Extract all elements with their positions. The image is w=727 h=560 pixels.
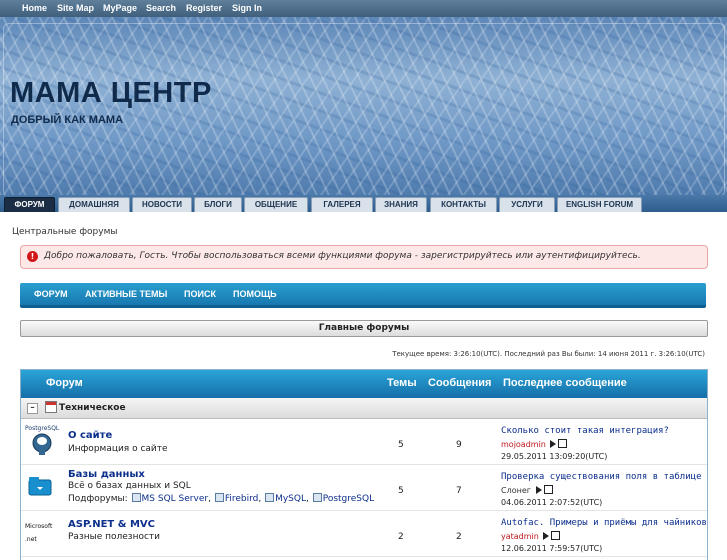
subforum-link[interactable]: PostgreSQL: [323, 494, 374, 504]
subforums-label: Подфорумы:: [68, 494, 128, 504]
collapse-button[interactable]: –: [27, 403, 38, 414]
nav-home-link[interactable]: Home: [22, 3, 47, 13]
go-to-post-icon[interactable]: [535, 486, 542, 494]
forum-description: Информация о сайте: [68, 444, 168, 454]
main-forums-header[interactable]: Главные форумы: [20, 320, 708, 337]
category-title[interactable]: Техническое: [59, 403, 126, 413]
last-post-user: mojoadmin: [501, 439, 568, 449]
main-tabs: ФОРУМ ДОМАШНЯЯ НОВОСТИ БЛОГИ ОБЩЕНИЕ ГАЛ…: [0, 195, 727, 212]
posts-count: 9: [456, 440, 462, 450]
col-posts: Сообщения: [428, 377, 492, 389]
forum-description: Всё о базах данных и SQL: [68, 481, 191, 491]
last-post-title[interactable]: Autofac. Примеры и приёмы для чайников: [501, 518, 707, 528]
header-banner: МАМА ЦЕНТР ДОБРЫЙ КАК МАМА: [0, 17, 727, 195]
nav-register-link[interactable]: Register: [186, 3, 222, 13]
last-post-author[interactable]: mojoadmin: [501, 440, 546, 449]
tab-knowledge[interactable]: ЗНАНИЯ: [375, 197, 427, 212]
last-post-date: 12.06.2011 7:59:57(UTC): [501, 544, 603, 553]
last-post-user: Слонег: [501, 485, 553, 495]
menu-search[interactable]: ПОИСК: [184, 289, 216, 299]
col-last-post: Последнее сообщение: [503, 377, 627, 389]
subforum-icon: [131, 493, 141, 502]
menu-help[interactable]: ПОМОЩЬ: [233, 289, 277, 299]
subforum-icon: [265, 493, 275, 502]
calendar-icon: [45, 401, 57, 413]
menu-forum[interactable]: ФОРУМ: [34, 289, 68, 299]
nav-search-link[interactable]: Search: [146, 3, 176, 13]
forum-name[interactable]: ASP.NET & MVC: [68, 519, 155, 530]
tab-news[interactable]: НОВОСТИ: [132, 197, 192, 212]
forum-name[interactable]: О сайте: [68, 430, 112, 441]
tab-forum[interactable]: ФОРУМ: [4, 197, 55, 212]
breadcrumb[interactable]: Центральные форумы: [12, 227, 117, 237]
posts-count: 7: [456, 486, 462, 496]
welcome-alert: ! Добро пожаловать, Гость. Чтобы восполь…: [20, 245, 708, 269]
database-folder-icon: [25, 471, 63, 503]
subforums-list: Подфорумы: MS SQL Server, Firebird, MySQ…: [68, 493, 375, 504]
tab-home[interactable]: ДОМАШНЯЯ: [58, 197, 130, 212]
forum-row: Базы данных Всё о базах данных и SQL Под…: [21, 465, 707, 511]
nav-signin-link[interactable]: Sign In: [232, 3, 262, 13]
topics-count: 5: [398, 486, 404, 496]
nav-sitemap-link[interactable]: Site Map: [57, 3, 94, 13]
time-info: Текущее время: 3:26:10(UTC). Последний р…: [392, 350, 705, 358]
go-to-post-icon[interactable]: [543, 532, 550, 540]
tab-contacts[interactable]: КОНТАКТЫ: [430, 197, 497, 212]
subforum-link[interactable]: Firebird: [225, 494, 259, 504]
subforum-link[interactable]: MS SQL Server: [142, 494, 209, 504]
col-forum: Форум: [46, 377, 83, 389]
tab-english-forum[interactable]: ENGLISH FORUM: [557, 197, 642, 212]
site-title[interactable]: МАМА ЦЕНТР: [10, 77, 212, 110]
tab-services[interactable]: УСЛУГИ: [499, 197, 555, 212]
postgresql-icon: PostgreSQL: [25, 425, 63, 457]
topics-count: 2: [398, 532, 404, 542]
dotnet-icon: Microsoft .net: [25, 517, 63, 549]
forum-row: PostgreSQL О сайте Информация о сайте 5 …: [21, 419, 707, 465]
post-doc-icon[interactable]: [551, 531, 561, 540]
subforum-icon: [312, 493, 322, 502]
col-topics: Темы: [387, 377, 417, 389]
last-post-title[interactable]: Сколько стоит такая интеграция?: [501, 426, 669, 436]
folder-icon: [28, 477, 52, 496]
forum-table: Форум Темы Сообщения Последнее сообщение…: [20, 369, 708, 560]
subforum-icon: [214, 493, 224, 502]
nav-mypage-link[interactable]: MyPage: [103, 3, 137, 13]
subforum-link[interactable]: MySQL: [275, 494, 306, 504]
forum-icon-label: Microsoft .net: [25, 523, 53, 543]
menu-active-topics[interactable]: АКТИВНЫЕ ТЕМЫ: [85, 289, 167, 299]
category-row: – Техническое: [21, 398, 707, 419]
forum-row: Microsoft .net ASP.NET & MVC Разные поле…: [21, 511, 707, 557]
topics-count: 5: [398, 440, 404, 450]
last-post-author[interactable]: yatadmin: [501, 532, 539, 541]
last-post-date: 04.06.2011 2:07:52(UTC): [501, 498, 603, 507]
posts-count: 2: [456, 532, 462, 542]
forum-description: Разные полезности: [68, 532, 161, 542]
elephant-icon: [32, 433, 52, 455]
forum-name[interactable]: Базы данных: [68, 469, 145, 480]
last-post-user: yatadmin: [501, 531, 561, 541]
last-post-author[interactable]: Слонег: [501, 486, 531, 495]
go-to-post-icon[interactable]: [550, 440, 557, 448]
alert-icon: !: [27, 251, 38, 262]
welcome-text: Добро пожаловать, Гость. Чтобы воспользо…: [44, 251, 641, 261]
post-doc-icon[interactable]: [558, 439, 568, 448]
last-post-title[interactable]: Проверка существования поля в таблице: [501, 472, 701, 482]
tab-blogs[interactable]: БЛОГИ: [194, 197, 242, 212]
forum-menu: ФОРУМ АКТИВНЫЕ ТЕМЫ ПОИСК ПОМОЩЬ: [20, 283, 706, 308]
site-subtitle: ДОБРЫЙ КАК МАМА: [11, 114, 124, 126]
tab-gallery[interactable]: ГАЛЕРЕЯ: [311, 197, 373, 212]
table-header: Форум Темы Сообщения Последнее сообщение: [21, 370, 707, 398]
tab-community[interactable]: ОБЩЕНИЕ: [244, 197, 308, 212]
post-doc-icon[interactable]: [543, 485, 553, 494]
last-post-date: 29.05.2011 13:09:20(UTC): [501, 452, 608, 461]
top-navigation-bar: Home Site Map MyPage Search Register Sig…: [0, 0, 727, 17]
